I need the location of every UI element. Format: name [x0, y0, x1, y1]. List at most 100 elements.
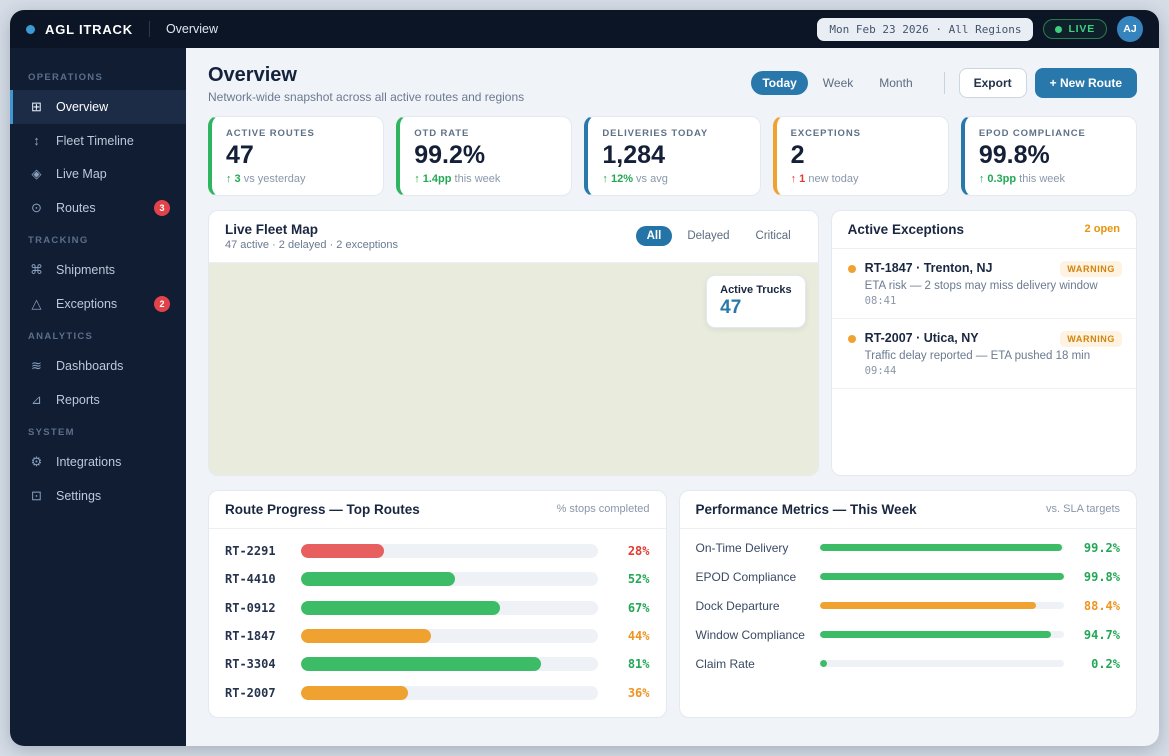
kpi-card-otd-rate: OTD RATE99.2%↑ 1.4pp this week — [396, 116, 572, 196]
sidebar-item-label: Fleet Timeline — [56, 134, 134, 148]
page-header-titles: Overview Network-wide snapshot across al… — [208, 64, 524, 104]
progress-fill — [301, 572, 455, 586]
kpi-delta-value: ↑ 0.3pp — [979, 173, 1016, 185]
progress-fill — [301, 544, 384, 558]
live-fleet-map-panel: Live Fleet Map 47 active · 2 delayed · 2… — [208, 210, 819, 476]
progress-percent: 36% — [612, 686, 650, 700]
route-id: RT-2007 — [225, 686, 287, 700]
sidebar-section-label: ANALYTICS — [10, 321, 186, 349]
metric-fill — [820, 602, 1036, 609]
sidebar-section-label: SYSTEM — [10, 417, 186, 445]
sidebar-item-label: Dashboards — [56, 359, 123, 373]
new-route-button[interactable]: + New Route — [1035, 68, 1137, 98]
map-panel-subtitle: 47 active · 2 delayed · 2 exceptions — [225, 239, 398, 251]
metric-value: 0.2% — [1076, 657, 1120, 671]
active-trucks-value: 47 — [720, 297, 792, 319]
date-region-selector[interactable]: Mon Feb 23 2026 · All Regions — [817, 18, 1033, 41]
sidebar-item-dashboards[interactable]: ≋Dashboards — [10, 349, 186, 383]
route-progress-header: Route Progress — Top Routes % stops comp… — [209, 491, 666, 529]
brand-logo-dot-icon — [26, 25, 35, 34]
sidebar-item-settings[interactable]: ⊡Settings — [10, 479, 186, 513]
exception-item-body: RT-2007 · Utica, NYWARNINGTraffic delay … — [865, 331, 1122, 377]
progress-track — [301, 629, 598, 643]
diamond-icon: ◈ — [28, 166, 45, 182]
route-progress-row: RT-441052% — [225, 572, 650, 586]
sidebar-item-integrations[interactable]: ⚙ Integrations — [10, 445, 186, 479]
tab-week[interactable]: Week — [812, 71, 864, 95]
sidebar-item-shipments[interactable]: ⌘Shipments — [10, 253, 186, 287]
sidebar-section-label: OPERATIONS — [10, 62, 186, 90]
topbar-right: Mon Feb 23 2026 · All Regions LIVE AJ — [817, 16, 1143, 42]
gear-icon: ⚙ — [28, 454, 45, 470]
sidebar-item-fleet-timeline[interactable]: ↕ Fleet Timeline — [10, 124, 186, 157]
header-separator — [944, 72, 945, 94]
tab-today[interactable]: Today — [751, 71, 807, 95]
open-count-badge: 2 open — [1085, 223, 1120, 235]
progress-percent: 67% — [612, 601, 650, 615]
topbar-left: AGL ITRACK Overview — [26, 21, 218, 37]
sidebar-item-live-map[interactable]: ◈Live Map — [10, 157, 186, 191]
exception-item-body: RT-1847 · Trenton, NJWARNINGETA risk — 2… — [865, 261, 1122, 307]
sidebar-item-exceptions[interactable]: △Exceptions2 — [10, 287, 186, 321]
arrows-vertical-icon: ↕ — [28, 133, 45, 148]
exception-title: RT-1847 · Trenton, NJ — [865, 261, 993, 275]
kpi-delta: ↑ 3 vs yesterday — [226, 173, 369, 185]
sidebar-item-label: Exceptions — [56, 297, 117, 311]
avatar[interactable]: AJ — [1117, 16, 1143, 42]
warning-dot-icon — [848, 265, 856, 273]
kpi-delta: ↑ 1.4pp this week — [414, 173, 557, 185]
kpi-delta: ↑ 0.3pp this week — [979, 173, 1122, 185]
middle-row: Live Fleet Map 47 active · 2 delayed · 2… — [208, 210, 1137, 476]
metric-fill — [820, 660, 827, 667]
performance-title: Performance Metrics — This Week — [696, 502, 917, 517]
performance-row: Claim Rate0.2% — [696, 657, 1121, 671]
progress-track — [301, 572, 598, 586]
performance-row: Window Compliance94.7% — [696, 628, 1121, 642]
progress-percent: 81% — [612, 657, 650, 671]
sidebar-section-label: TRACKING — [10, 225, 186, 253]
kpi-label: OTD RATE — [414, 128, 557, 139]
route-progress-title: Route Progress — Top Routes — [225, 502, 420, 517]
map-canvas[interactable]: Active Trucks 47 — [209, 263, 818, 475]
export-button[interactable]: Export — [959, 68, 1027, 98]
route-progress-row: RT-091267% — [225, 601, 650, 615]
page-header-actions: TodayWeekMonth Export + New Route — [751, 68, 1137, 98]
notification-badge: 2 — [154, 296, 170, 312]
route-id: RT-1847 — [225, 629, 287, 643]
metric-track — [820, 544, 1065, 551]
metric-track — [820, 602, 1065, 609]
exception-item[interactable]: RT-1847 · Trenton, NJWARNINGETA risk — 2… — [832, 249, 1136, 319]
exception-time: 09:44 — [865, 365, 1122, 377]
exception-item[interactable]: RT-2007 · Utica, NYWARNINGTraffic delay … — [832, 319, 1136, 389]
kpi-label: ACTIVE ROUTES — [226, 128, 369, 139]
sidebar-item-overview[interactable]: ⊞Overview — [10, 90, 186, 124]
kpi-delta-value: ↑ 3 — [226, 173, 241, 185]
progress-fill — [301, 629, 431, 643]
route-progress-row: RT-2007 36% — [225, 686, 650, 700]
metric-value: 99.8% — [1076, 570, 1120, 584]
main-content: Overview Network-wide snapshot across al… — [186, 48, 1159, 746]
sidebar-item-reports[interactable]: ⊿Reports — [10, 383, 186, 417]
sidebar-item-label: Integrations — [56, 455, 121, 469]
kpi-card-active-routes: ACTIVE ROUTES47↑ 3 vs yesterday — [208, 116, 384, 196]
exception-description: ETA risk — 2 stops may miss delivery win… — [865, 280, 1122, 292]
metric-label: On-Time Delivery — [696, 541, 808, 555]
route-progress-row: RT-229128% — [225, 544, 650, 558]
warning-dot-icon — [848, 335, 856, 343]
exception-time: 08:41 — [865, 295, 1122, 307]
command-icon: ⌘ — [28, 262, 45, 278]
map-filter-critical[interactable]: Critical — [745, 226, 802, 246]
map-filter-delayed[interactable]: Delayed — [676, 226, 740, 246]
report-triangle-icon: ⊿ — [28, 392, 45, 408]
severity-badge: WARNING — [1060, 331, 1122, 347]
tab-month[interactable]: Month — [868, 71, 923, 95]
kpi-value: 99.8% — [979, 141, 1122, 170]
square-dot-icon: ⊡ — [28, 488, 45, 504]
map-filter-all[interactable]: All — [636, 226, 673, 246]
kpi-delta-value: ↑ 1.4pp — [414, 173, 451, 185]
live-label: LIVE — [1068, 23, 1095, 35]
sidebar-item-routes[interactable]: ⊙Routes3 — [10, 191, 186, 225]
kpi-delta-value: ↑ 1 — [791, 173, 806, 185]
performance-row: EPOD Compliance 99.8% — [696, 570, 1121, 584]
metric-label: EPOD Compliance — [696, 570, 808, 584]
